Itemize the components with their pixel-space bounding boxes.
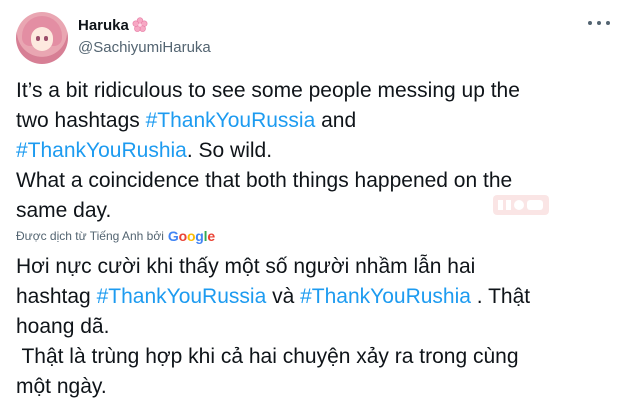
- avatar[interactable]: [16, 12, 68, 64]
- hashtag-link[interactable]: #ThankYouRussia: [97, 285, 267, 308]
- display-name[interactable]: Haruka: [78, 17, 129, 34]
- user-names: Haruka @SachiyumiHaruka: [78, 15, 211, 57]
- translation-line: Hơi nực cười khi thấy một số người nhầm …: [16, 252, 616, 282]
- translation-line: hoang dã.: [16, 312, 616, 342]
- tweet-text-segment: It’s a bit ridiculous to see some people…: [16, 79, 520, 102]
- translation-line: Thật là trùng hợp khi cả hai chuyện xảy …: [16, 342, 616, 372]
- cherry-blossom-icon: [132, 17, 148, 32]
- tweet-text-segment: two hashtags: [16, 109, 146, 132]
- translation-label: Được dịch từ Tiếng Anh bởi: [16, 229, 164, 243]
- tweet-text-segment: . So wild.: [186, 139, 273, 162]
- translation-text-segment: và: [266, 285, 301, 308]
- translation-text-segment: . Thật: [470, 285, 531, 308]
- google-logo: Google: [167, 228, 215, 244]
- translation-text: Hơi nực cười khi thấy một số người nhầm …: [16, 252, 616, 402]
- more-options-icon[interactable]: [588, 16, 610, 30]
- tweet-text-segment: and: [315, 109, 357, 132]
- user-handle[interactable]: @SachiyumiHaruka: [78, 39, 211, 56]
- tweet-text-segment: same day.: [16, 199, 112, 222]
- translated-by-google-link[interactable]: Được dịch từ Tiếng Anh bởi Google: [16, 228, 215, 244]
- hashtag-link[interactable]: #ThankYouRushia: [16, 139, 187, 162]
- tweet-line: It’s a bit ridiculous to see some people…: [16, 76, 616, 106]
- watermark-logo: [493, 195, 549, 215]
- translation-text-segment: hoang dã.: [16, 315, 110, 338]
- tweet-line: two hashtags #ThankYouRussia and: [16, 106, 616, 136]
- translation-text-segment: hashtag: [16, 285, 97, 308]
- translation-line: một ngày.: [16, 372, 616, 402]
- tweet-header: Haruka @SachiyumiHaruka: [16, 12, 614, 64]
- tweet-line: #ThankYouRushia. So wild.: [16, 136, 616, 166]
- translation-text-segment: một ngày.: [16, 375, 107, 398]
- translation-text-segment: Hơi nực cười khi thấy một số người nhầm …: [16, 255, 476, 278]
- translation-text-segment: Thật là trùng hợp khi cả hai chuyện xảy …: [16, 345, 519, 368]
- hashtag-link[interactable]: #ThankYouRushia: [300, 285, 471, 308]
- tweet-text-segment: What a coincidence that both things happ…: [16, 169, 513, 192]
- hashtag-link[interactable]: #ThankYouRussia: [146, 109, 316, 132]
- translation-line: hashtag #ThankYouRussia và #ThankYouRush…: [16, 282, 616, 312]
